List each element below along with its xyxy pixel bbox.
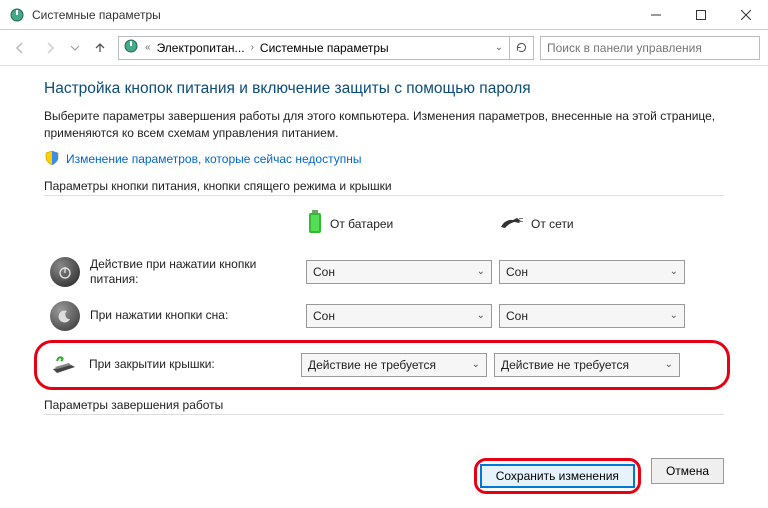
- breadcrumb-segment[interactable]: Электропитан...: [157, 41, 245, 55]
- search-input[interactable]: [540, 36, 760, 60]
- explorer-navbar: « Электропитан... › Системные параметры …: [0, 30, 768, 66]
- section-shutdown-label: Параметры завершения работы: [44, 398, 724, 415]
- cancel-button[interactable]: Отмена: [651, 458, 724, 484]
- window-title: Системные параметры: [32, 8, 633, 22]
- row-lid-close: При закрытии крышки: Действие не требует…: [43, 347, 721, 383]
- chevron-right-icon: ›: [249, 42, 256, 53]
- combo-value: Действие не требуется: [308, 358, 436, 372]
- chevron-down-icon[interactable]: ⌄: [493, 42, 505, 53]
- save-button-label: Сохранить изменения: [496, 469, 619, 483]
- sleep-battery-combo[interactable]: Сон ⌄: [306, 304, 492, 328]
- close-button[interactable]: [723, 0, 768, 30]
- row-lid-label: При закрытии крышки:: [89, 357, 215, 371]
- maximize-button[interactable]: [678, 0, 723, 30]
- location-icon: [123, 38, 139, 57]
- combo-value: Сон: [313, 309, 335, 323]
- page-description: Выберите параметры завершения работы для…: [44, 108, 724, 142]
- breadcrumb-segment[interactable]: Системные параметры: [260, 41, 389, 55]
- chevron-down-icon: ⌄: [670, 310, 678, 321]
- refresh-button[interactable]: [510, 36, 534, 60]
- chevron-down-icon: ⌄: [472, 359, 480, 370]
- dialog-button-bar: Сохранить изменения Отмена: [0, 458, 768, 494]
- section-power-buttons-label: Параметры кнопки питания, кнопки спящего…: [44, 179, 724, 196]
- power-icon: [50, 257, 80, 287]
- chevron-down-icon: ⌄: [665, 359, 673, 370]
- combo-value: Сон: [506, 309, 528, 323]
- page-heading: Настройка кнопок питания и включение защ…: [44, 80, 724, 98]
- ac-column-label: От сети: [531, 217, 574, 231]
- row-sleep-label: При нажатии кнопки сна:: [90, 308, 228, 322]
- lid-ac-combo[interactable]: Действие не требуется ⌄: [494, 353, 680, 377]
- chevron-down-icon: ⌄: [477, 310, 485, 321]
- highlight-save-button: Сохранить изменения: [474, 458, 641, 494]
- combo-value: Сон: [506, 265, 528, 279]
- laptop-lid-icon: [49, 353, 79, 377]
- save-button[interactable]: Сохранить изменения: [480, 464, 635, 488]
- power-ac-combo[interactable]: Сон ⌄: [499, 260, 685, 284]
- up-button[interactable]: [88, 36, 112, 60]
- content-area: Настройка кнопок питания и включение защ…: [0, 66, 768, 415]
- forward-button[interactable]: [38, 36, 62, 60]
- app-icon: [8, 6, 26, 24]
- breadcrumb-prefix: «: [143, 42, 153, 53]
- admin-settings-link[interactable]: Изменение параметров, которые сейчас нед…: [66, 152, 362, 166]
- highlight-lid-row: При закрытии крышки: Действие не требует…: [34, 340, 730, 390]
- row-sleep-button: При нажатии кнопки сна: Сон ⌄ Сон ⌄: [44, 294, 724, 338]
- cancel-button-label: Отмена: [666, 464, 709, 478]
- columns-header: От батареи От сети: [44, 202, 724, 246]
- battery-icon: [306, 208, 324, 239]
- battery-column-label: От батареи: [330, 217, 393, 231]
- minimize-button[interactable]: [633, 0, 678, 30]
- recent-dropdown-icon[interactable]: [68, 36, 82, 60]
- lid-battery-combo[interactable]: Действие не требуется ⌄: [301, 353, 487, 377]
- sleep-ac-combo[interactable]: Сон ⌄: [499, 304, 685, 328]
- power-battery-combo[interactable]: Сон ⌄: [306, 260, 492, 284]
- combo-value: Сон: [313, 265, 335, 279]
- combo-value: Действие не требуется: [501, 358, 629, 372]
- row-power-label: Действие при нажатии кнопки питания:: [90, 257, 290, 286]
- titlebar: Системные параметры: [0, 0, 768, 30]
- row-power-button: Действие при нажатии кнопки питания: Сон…: [44, 250, 724, 294]
- moon-icon: [50, 301, 80, 331]
- back-button[interactable]: [8, 36, 32, 60]
- plug-icon: [499, 213, 525, 234]
- admin-link-row: Изменение параметров, которые сейчас нед…: [44, 150, 724, 169]
- address-bar[interactable]: « Электропитан... › Системные параметры …: [118, 36, 510, 60]
- chevron-down-icon: ⌄: [670, 266, 678, 277]
- shield-icon: [44, 150, 60, 169]
- chevron-down-icon: ⌄: [477, 266, 485, 277]
